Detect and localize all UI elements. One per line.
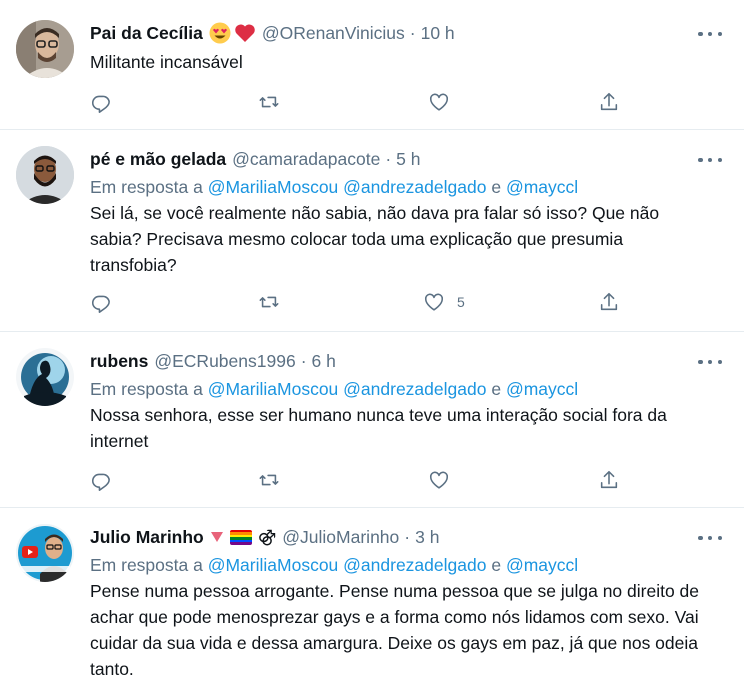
more-options-button[interactable] <box>698 30 722 38</box>
heart-eyes-emoji-icon <box>209 22 231 44</box>
like-button[interactable] <box>428 90 450 114</box>
tweet[interactable]: rubens @ECRubens1996 · 6 h Em resposta a… <box>0 332 744 508</box>
more-options-button[interactable] <box>698 534 722 542</box>
mention-conjunction: e <box>491 177 502 197</box>
pink-triangle-icon <box>210 532 223 542</box>
red-heart-emoji-icon <box>235 24 255 42</box>
rainbow-flag-icon <box>229 529 252 545</box>
reply-button[interactable] <box>90 90 112 114</box>
user-handle[interactable]: @JulioMarinho <box>282 526 399 548</box>
reply-button[interactable] <box>90 468 112 492</box>
tweet-text: Pense numa pessoa arrogante. Pense numa … <box>90 581 700 679</box>
retweet-button[interactable] <box>258 290 280 314</box>
mention-link[interactable]: @mayccl <box>506 555 578 575</box>
heart-icon <box>429 93 449 111</box>
display-name[interactable]: pé e mão gelada <box>90 148 226 170</box>
mention-link[interactable]: @andrezadelgado <box>343 177 486 197</box>
mention-link[interactable]: @mayccl <box>506 177 578 197</box>
user-handle[interactable]: @ORenanVinicius <box>262 22 405 44</box>
tweet[interactable]: Pai da Cecília @ORenanVinicius · 10 h Mi… <box>0 0 744 130</box>
like-count: 5 <box>457 294 465 310</box>
share-icon <box>600 292 618 311</box>
more-options-button[interactable] <box>698 156 722 164</box>
display-name[interactable]: rubens <box>90 350 148 372</box>
mention-link[interactable]: @andrezadelgado <box>343 555 486 575</box>
share-button[interactable] <box>598 468 620 492</box>
tweet-actions <box>90 90 630 114</box>
bearded-person-avatar-icon <box>16 146 74 204</box>
reply-icon <box>91 95 110 113</box>
display-name[interactable]: Julio Marinho <box>90 526 204 548</box>
avatar[interactable] <box>16 146 74 204</box>
separator-dot: · <box>300 351 307 371</box>
avatar[interactable] <box>16 524 74 582</box>
tweet[interactable]: pé e mão gelada @camaradapacote · 5 h Em… <box>0 130 744 332</box>
display-name[interactable]: Pai da Cecília <box>90 22 203 44</box>
reply-context: Em resposta a @MariliaMoscou @andrezadel… <box>90 554 578 576</box>
reply-icon <box>91 295 110 313</box>
reply-context: Em resposta a @MariliaMoscou @andrezadel… <box>90 378 578 400</box>
share-button[interactable] <box>598 90 620 114</box>
separator-dot: · <box>385 149 392 169</box>
timestamp[interactable]: 3 h <box>415 526 439 548</box>
user-handle[interactable]: @camaradapacote <box>232 148 380 170</box>
youtube-channel-avatar-icon <box>16 524 74 582</box>
like-button[interactable] <box>428 468 450 492</box>
heart-icon <box>424 293 444 311</box>
avatar[interactable] <box>16 348 74 406</box>
share-icon <box>600 470 618 489</box>
share-icon <box>600 92 618 111</box>
mention-link[interactable]: @MariliaMoscou <box>208 379 339 399</box>
like-button[interactable]: 5 <box>423 290 465 314</box>
reply-button[interactable] <box>90 290 112 314</box>
timestamp[interactable]: 5 h <box>396 148 420 170</box>
person-with-glasses-avatar-icon <box>16 20 74 78</box>
retweet-icon <box>259 296 279 308</box>
heart-icon <box>429 471 449 489</box>
reply-prefix: Em resposta a <box>90 555 203 575</box>
mention-link[interactable]: @MariliaMoscou <box>208 555 339 575</box>
tweet-actions: 5 <box>90 290 630 314</box>
mention-link[interactable]: @MariliaMoscou <box>208 177 339 197</box>
reply-prefix: Em resposta a <box>90 379 203 399</box>
more-options-button[interactable] <box>698 358 722 366</box>
retweet-icon <box>259 474 279 486</box>
timestamp[interactable]: 10 h <box>421 22 455 44</box>
tweet-actions <box>90 468 630 492</box>
mention-link[interactable]: @mayccl <box>506 379 578 399</box>
reply-prefix: Em resposta a <box>90 177 203 197</box>
avatar[interactable] <box>16 20 74 78</box>
share-button[interactable] <box>598 290 620 314</box>
tweet-text: Sei lá, se você realmente não sabia, não… <box>90 203 660 275</box>
user-handle[interactable]: @ECRubens1996 <box>154 350 295 372</box>
retweet-icon <box>259 96 279 108</box>
mention-conjunction: e <box>491 379 502 399</box>
retweet-button[interactable] <box>258 468 280 492</box>
separator-dot: · <box>404 527 411 547</box>
timestamp[interactable]: 6 h <box>312 350 336 372</box>
silhouette-avatar-icon <box>16 348 74 406</box>
double-male-symbol-icon: ⚣ <box>257 527 277 546</box>
mention-conjunction: e <box>491 555 502 575</box>
reply-context: Em resposta a @MariliaMoscou @andrezadel… <box>90 176 578 198</box>
tweet-text: Nossa senhora, esse ser humano nunca tev… <box>90 405 667 451</box>
mention-link[interactable]: @andrezadelgado <box>343 379 486 399</box>
retweet-button[interactable] <box>258 90 280 114</box>
separator-dot: · <box>409 23 416 43</box>
tweet[interactable]: Julio Marinho ⚣ @JulioMarinho · 3 h Em r… <box>0 508 744 690</box>
tweet-text: Militante incansável <box>90 52 243 72</box>
reply-icon <box>91 473 110 491</box>
